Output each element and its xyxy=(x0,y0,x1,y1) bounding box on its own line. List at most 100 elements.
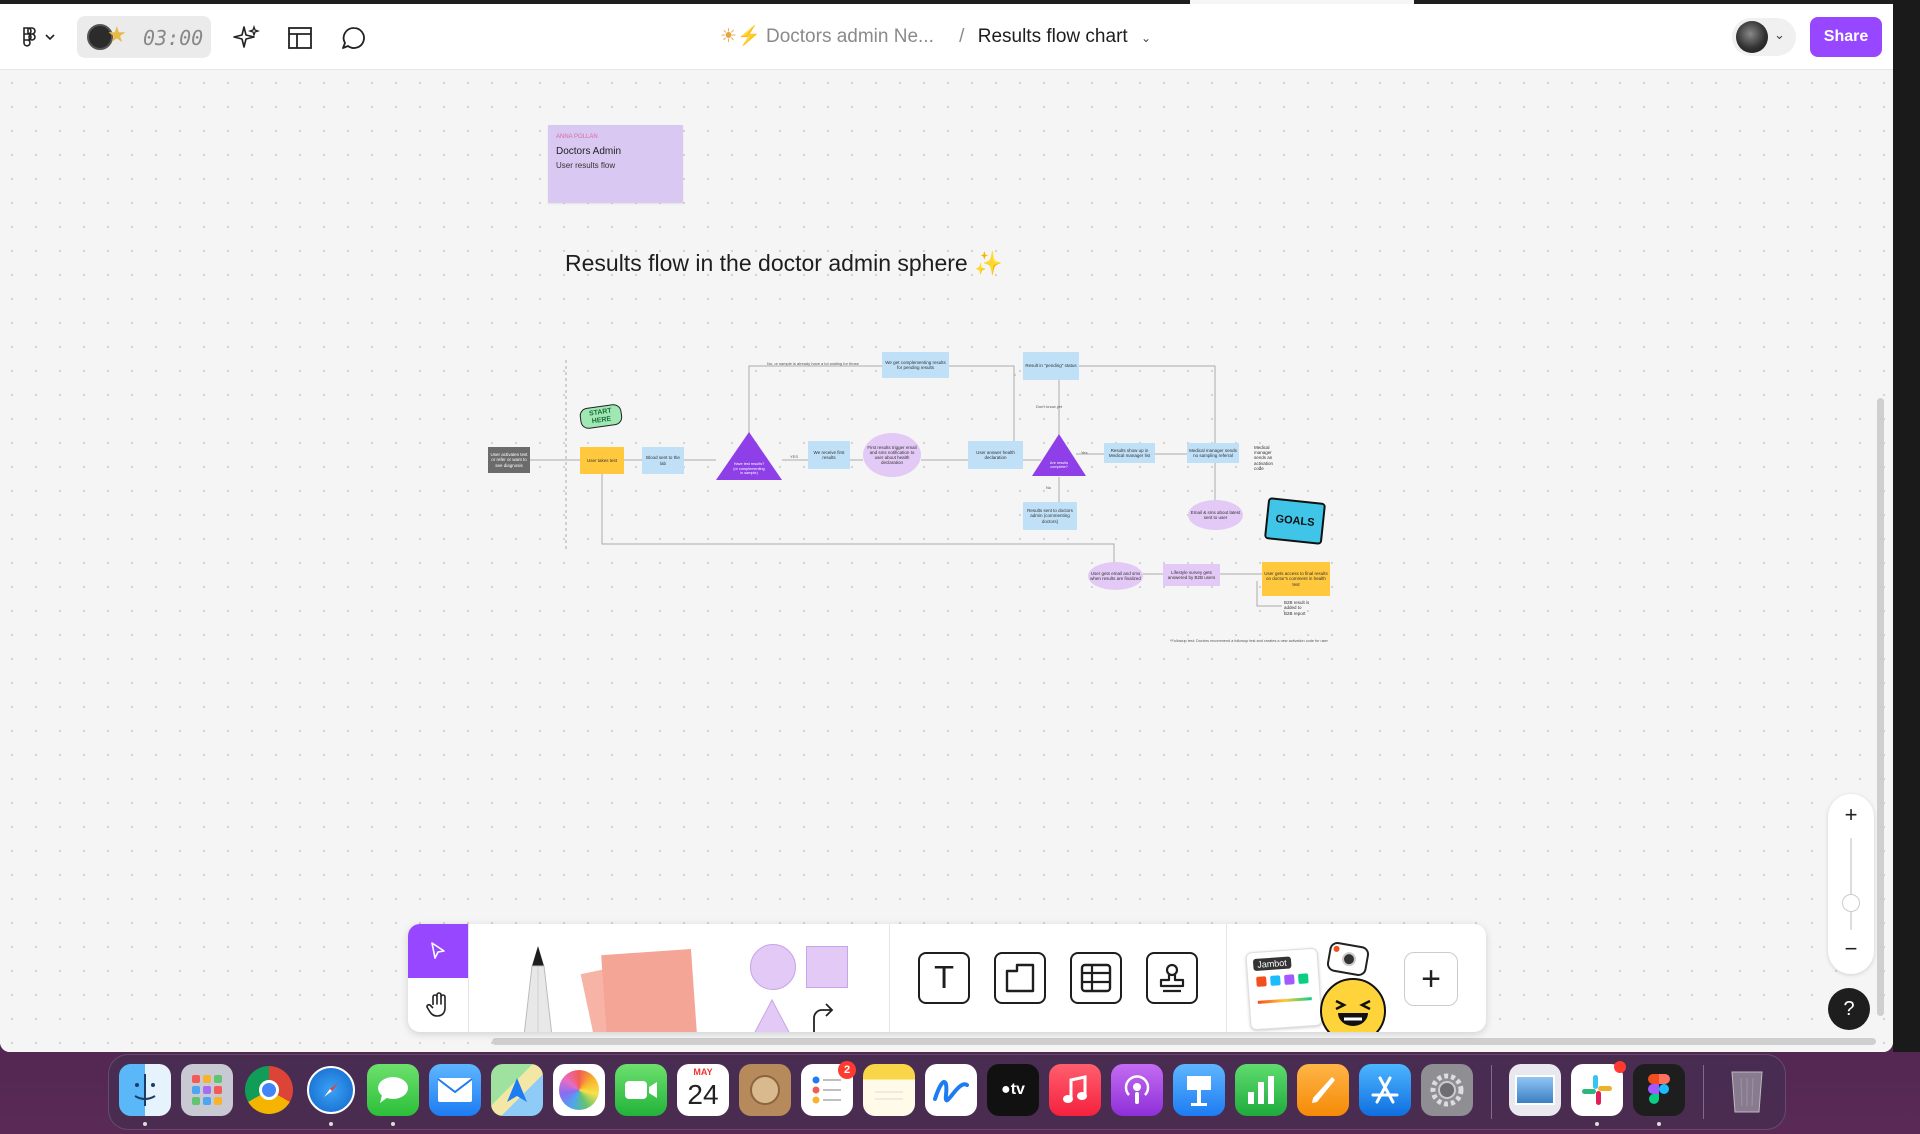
flow-node-complementing[interactable]: We get complementing results for pending… xyxy=(882,352,949,378)
vertical-scrollbar[interactable] xyxy=(1877,398,1884,1016)
sticky-note[interactable]: ANNA POLLAN Doctors Admin User results f… xyxy=(548,125,683,203)
zoom-in-button[interactable]: + xyxy=(1828,802,1874,828)
sticky-stack-front xyxy=(601,948,697,1032)
breadcrumb-separator: / xyxy=(959,26,965,47)
heading-text: Results flow in the doctor admin sphere xyxy=(565,250,968,276)
toolbar-divider xyxy=(468,924,469,1032)
file-title[interactable]: Results flow chart xyxy=(978,26,1128,47)
flow-footnote: *Followup test: Doctors recommend a foll… xyxy=(1170,639,1328,643)
main-menu-button[interactable] xyxy=(18,24,58,50)
sticky-note-tool[interactable] xyxy=(580,948,698,1032)
ai-sparkle-button[interactable] xyxy=(230,22,262,54)
flow-node-blood[interactable]: Blood sent to the lab xyxy=(642,447,684,474)
flow-node-referral[interactable]: Medical manager sends no sampling referr… xyxy=(1187,443,1239,463)
safari-compass-icon xyxy=(307,1066,355,1114)
section-tool[interactable] xyxy=(994,952,1046,1004)
share-button[interactable]: Share xyxy=(1810,17,1882,57)
messages-icon[interactable] xyxy=(367,1064,419,1116)
trash-icon[interactable] xyxy=(1721,1064,1773,1116)
zoom-out-button[interactable]: − xyxy=(1828,936,1874,962)
maps-icon[interactable] xyxy=(491,1064,543,1116)
chrome-logo-icon xyxy=(245,1066,293,1114)
flow-node-med-note[interactable]: Medical manager sends an activation code xyxy=(1252,445,1286,471)
flow-node-email-sms[interactable]: Email & sms about latest sent to user xyxy=(1188,500,1243,530)
text-icon: T xyxy=(934,960,954,996)
calendar-month: MAY xyxy=(693,1067,713,1077)
goals-sticker[interactable]: GOALS xyxy=(1263,497,1327,545)
flow-node-lifestyle[interactable]: Lifestyle survey gets answered by B2B us… xyxy=(1163,564,1220,586)
table-tool[interactable] xyxy=(1070,952,1122,1004)
zoom-slider-track[interactable] xyxy=(1850,838,1852,930)
layout-button[interactable] xyxy=(284,22,316,54)
flow-node-med-list[interactable]: Results show up in Medical manager list xyxy=(1104,443,1155,463)
widgets-stickers-tool[interactable]: Jambot xyxy=(1245,940,1388,1032)
keynote-icon[interactable] xyxy=(1173,1064,1225,1116)
timer-display: 03:00 xyxy=(143,26,204,50)
flowchart-connectors xyxy=(530,360,1282,607)
widget-swatch-icon xyxy=(1270,975,1281,986)
calendar-day: 24 xyxy=(687,1079,719,1110)
flow-node-start[interactable]: User activates test or refer or want to … xyxy=(488,447,530,473)
mail-icon[interactable] xyxy=(429,1064,481,1116)
calendar-icon[interactable]: MAY 24 xyxy=(677,1064,729,1116)
photos-icon[interactable] xyxy=(553,1064,605,1116)
start-here-sticker[interactable]: START HERE xyxy=(578,403,624,436)
select-tool[interactable] xyxy=(408,924,468,978)
flow-node-access[interactable]: User gets access to final results on doc… xyxy=(1262,562,1330,596)
breadcrumb-project[interactable]: Doctors admin Ne... xyxy=(766,26,934,47)
freeform-icon[interactable] xyxy=(925,1064,977,1116)
text-tool[interactable]: T xyxy=(918,952,970,1004)
numbers-icon[interactable] xyxy=(1235,1064,1287,1116)
flow-node-user-email[interactable]: User gets email and sms when results are… xyxy=(1088,562,1143,590)
checklist-icon xyxy=(812,1076,841,1104)
help-button[interactable]: ? xyxy=(1828,988,1870,1030)
map-arrow-icon xyxy=(507,1078,527,1102)
connector-arrow-icon xyxy=(813,1003,834,1032)
timer-widget[interactable]: ★ 03:00 xyxy=(77,16,211,58)
zoom-slider-handle[interactable] xyxy=(1842,894,1860,912)
shape-tool[interactable] xyxy=(750,944,860,1032)
flow-node-pending[interactable]: Result in "pending" status xyxy=(1023,352,1079,380)
flow-node-first-results[interactable]: First results trigger email and sms noti… xyxy=(863,433,921,477)
podcast-waves-icon xyxy=(1124,1075,1150,1104)
flow-label-dont-know: Don't know yet xyxy=(1036,404,1063,409)
flow-node-b2b[interactable]: B2B result is added to B2B report xyxy=(1282,598,1312,618)
launchpad-icon[interactable] xyxy=(181,1064,233,1116)
horizontal-scrollbar[interactable] xyxy=(492,1038,1876,1045)
flow-label-yes-2: Yes xyxy=(1081,450,1088,455)
plus-icon: + xyxy=(1421,959,1441,998)
notes-lines-icon xyxy=(875,1091,903,1100)
comment-button[interactable] xyxy=(338,22,370,54)
music-icon[interactable] xyxy=(1049,1064,1101,1116)
music-note-icon xyxy=(1063,1075,1087,1103)
facetime-icon[interactable] xyxy=(615,1064,667,1116)
camera-lens-icon xyxy=(1340,951,1358,968)
marker-icon xyxy=(523,946,553,1032)
safari-icon[interactable] xyxy=(305,1064,357,1116)
slack-icon[interactable] xyxy=(1571,1061,1626,1116)
hand-tool[interactable] xyxy=(408,978,468,1032)
app-store-icon[interactable] xyxy=(1359,1064,1411,1116)
marker-tool[interactable] xyxy=(518,946,558,1032)
contacts-icon[interactable] xyxy=(739,1064,791,1116)
chevron-down-icon[interactable]: ⌄ xyxy=(1141,31,1151,45)
flow-node-health-decl[interactable]: User answer health declaration xyxy=(968,441,1023,469)
podcasts-icon[interactable] xyxy=(1111,1064,1163,1116)
flow-node-user-test[interactable]: User takes test xyxy=(580,447,624,474)
more-tools-button[interactable]: + xyxy=(1404,952,1458,1006)
board-heading[interactable]: Results flow in the doctor admin sphere … xyxy=(565,250,1003,277)
flow-node-receive[interactable]: We receive first results xyxy=(808,441,850,469)
chrome-icon[interactable] xyxy=(243,1064,295,1116)
user-avatar-button[interactable]: ⌄ xyxy=(1732,18,1796,56)
finder-icon[interactable] xyxy=(119,1064,171,1116)
stamp-tool[interactable] xyxy=(1146,952,1198,1004)
pages-icon[interactable] xyxy=(1297,1064,1349,1116)
finder-face-icon xyxy=(134,1074,156,1106)
preview-icon[interactable] xyxy=(1509,1064,1561,1116)
system-settings-icon[interactable] xyxy=(1421,1064,1473,1116)
reminders-icon[interactable]: 2 xyxy=(801,1061,856,1116)
apple-tv-icon[interactable]: ●tv xyxy=(987,1064,1039,1116)
figma-icon[interactable] xyxy=(1633,1064,1685,1116)
flow-node-doctor-sent[interactable]: Results sent to doctors admin (commentin… xyxy=(1023,502,1077,530)
notes-icon[interactable] xyxy=(863,1064,915,1116)
